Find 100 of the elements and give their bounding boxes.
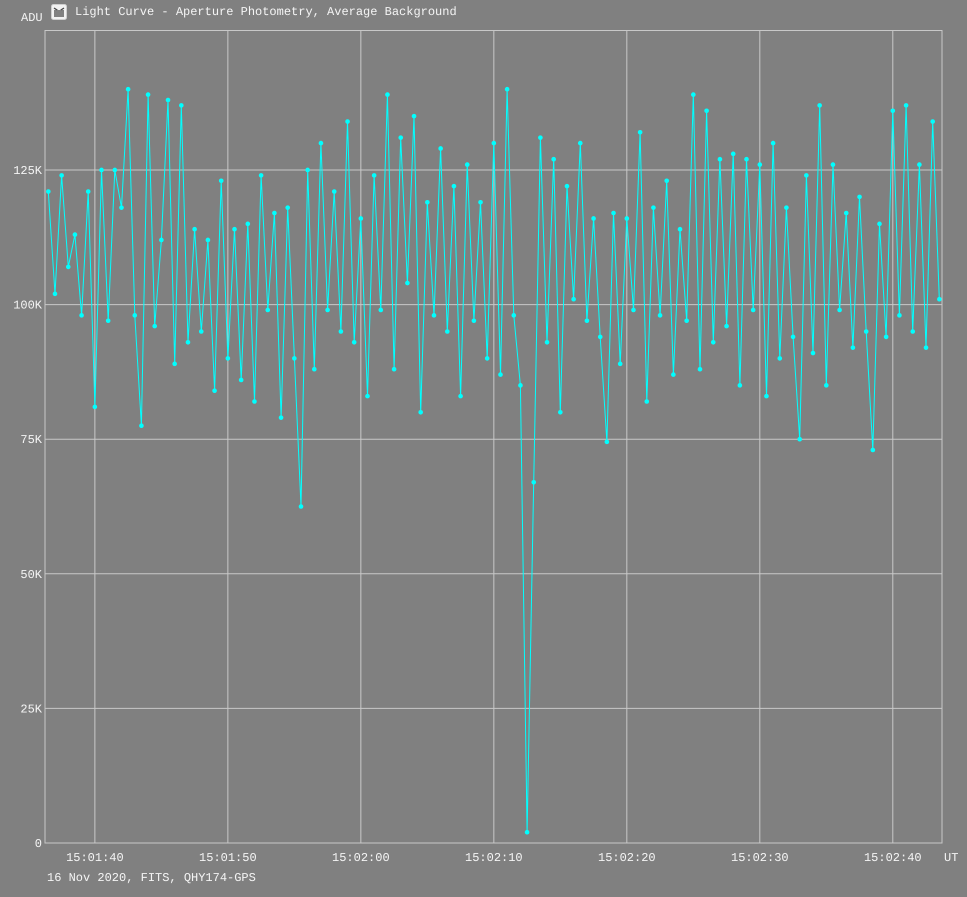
data-point xyxy=(651,205,656,210)
data-point xyxy=(830,162,836,167)
data-point xyxy=(126,86,130,92)
data-point xyxy=(59,173,64,178)
data-point xyxy=(265,308,270,312)
data-point xyxy=(484,356,490,361)
data-point xyxy=(504,86,510,92)
data-point xyxy=(464,162,470,167)
window-icon xyxy=(51,4,67,20)
data-point xyxy=(106,318,110,324)
data-point xyxy=(924,345,928,350)
data-point xyxy=(478,200,483,205)
data-point xyxy=(378,308,384,312)
data-point xyxy=(438,146,443,151)
data-point xyxy=(345,119,350,124)
data-point xyxy=(232,226,237,232)
data-point xyxy=(372,173,376,178)
data-point xyxy=(790,334,796,340)
data-point xyxy=(292,356,297,361)
data-point xyxy=(678,226,682,232)
data-point xyxy=(72,232,78,237)
y-tick-label: 50K xyxy=(20,568,42,582)
data-point xyxy=(698,366,702,372)
data-point xyxy=(904,103,908,108)
data-point xyxy=(704,108,709,114)
data-point xyxy=(691,92,696,97)
data-point xyxy=(638,130,642,135)
data-point xyxy=(198,329,204,334)
data-point xyxy=(365,394,370,398)
data-point xyxy=(571,296,576,302)
y-tick-label: 125K xyxy=(13,164,42,178)
data-point xyxy=(551,156,556,162)
data-point xyxy=(92,404,98,410)
data-point xyxy=(578,140,583,146)
data-point xyxy=(824,383,829,388)
data-point xyxy=(139,423,144,428)
data-point xyxy=(604,440,610,444)
data-point xyxy=(738,383,742,388)
data-point xyxy=(631,308,636,312)
data-point xyxy=(658,313,662,318)
data-point xyxy=(425,200,430,205)
data-point xyxy=(452,184,456,188)
data-point xyxy=(338,329,344,334)
data-point xyxy=(511,313,516,318)
data-point xyxy=(146,92,150,97)
data-point xyxy=(492,140,496,146)
data-point xyxy=(46,189,51,194)
x-tick-label: 15:01:40 xyxy=(66,851,124,865)
data-point xyxy=(132,313,138,318)
data-point xyxy=(518,383,523,388)
data-point xyxy=(810,350,816,356)
data-point xyxy=(238,378,244,382)
x-tick-label: 15:02:30 xyxy=(731,851,789,865)
data-point xyxy=(52,292,58,296)
data-point xyxy=(498,372,503,377)
data-point xyxy=(226,356,230,361)
data-point xyxy=(664,178,670,184)
data-point xyxy=(392,366,396,372)
data-point xyxy=(837,308,842,312)
data-point xyxy=(278,415,284,420)
data-point xyxy=(564,184,570,188)
data-point xyxy=(671,372,676,377)
data-point xyxy=(99,168,104,172)
data-point xyxy=(784,205,789,210)
data-point xyxy=(166,98,170,102)
x-tick-label: 15:01:50 xyxy=(199,851,257,865)
data-point xyxy=(584,318,590,324)
data-point xyxy=(332,189,337,194)
data-point xyxy=(159,238,164,242)
y-tick-label: 75K xyxy=(20,433,42,448)
data-point xyxy=(531,480,536,485)
data-point xyxy=(66,264,71,270)
data-point xyxy=(897,313,902,318)
data-point xyxy=(624,216,630,221)
x-tick-label: 15:02:10 xyxy=(465,851,523,865)
data-point xyxy=(611,210,616,216)
data-point xyxy=(206,238,210,242)
data-point xyxy=(930,119,935,124)
data-point xyxy=(910,329,916,334)
data-point xyxy=(186,340,190,345)
data-point xyxy=(119,205,124,210)
data-point xyxy=(718,156,722,162)
x-tick-label: 15:02:20 xyxy=(598,851,656,865)
data-point xyxy=(684,318,689,324)
x-axis-label: UT xyxy=(944,851,958,865)
data-point xyxy=(418,410,423,415)
data-point xyxy=(524,830,530,835)
data-point xyxy=(890,108,896,114)
data-point xyxy=(558,410,563,415)
data-point xyxy=(246,222,250,226)
data-point xyxy=(285,205,290,210)
data-point xyxy=(112,168,118,172)
data-point xyxy=(857,194,862,200)
data-point xyxy=(86,189,91,194)
data-point xyxy=(844,210,849,216)
data-point xyxy=(877,222,882,226)
data-point xyxy=(864,329,868,334)
data-point xyxy=(472,318,476,324)
footer-caption: 16 Nov 2020, FITS, QHY174-GPS xyxy=(47,871,257,885)
data-point xyxy=(750,308,756,312)
